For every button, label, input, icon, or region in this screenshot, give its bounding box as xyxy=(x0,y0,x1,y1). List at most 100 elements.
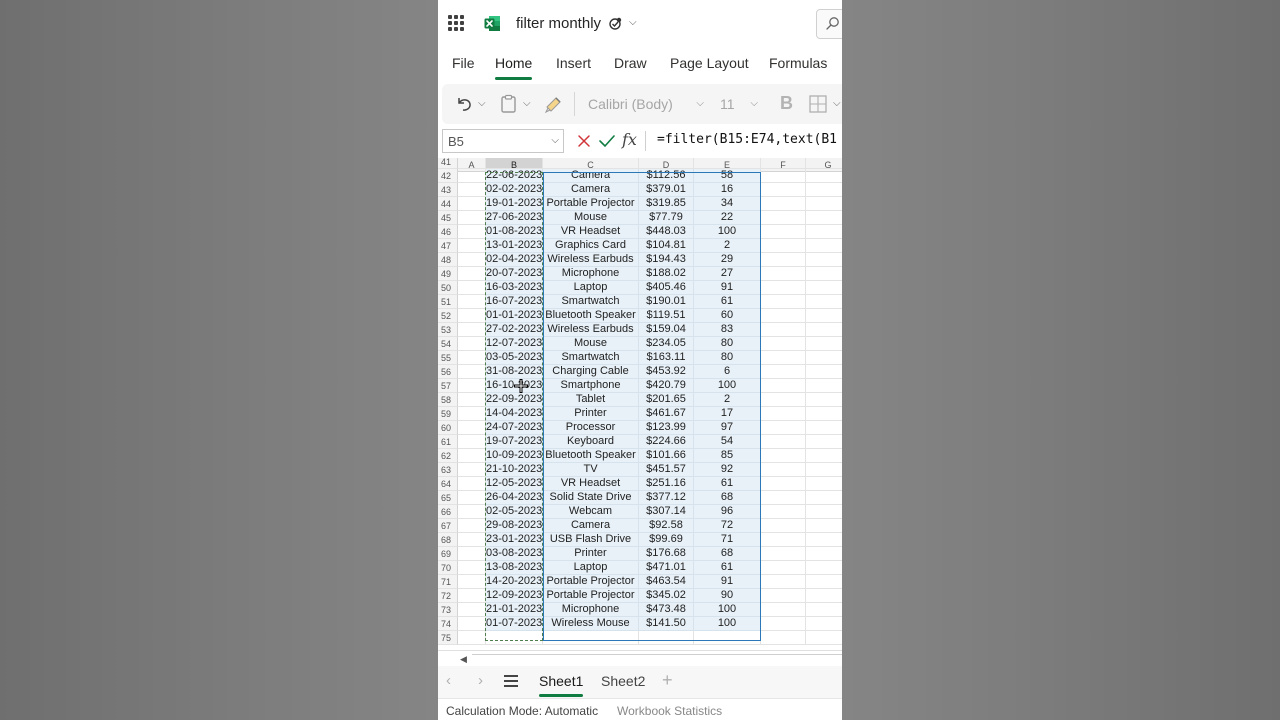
cell-f[interactable] xyxy=(761,323,806,337)
row-header[interactable]: 65 xyxy=(438,491,458,505)
cell-price[interactable]: $319.85 xyxy=(639,197,694,211)
cell-a[interactable] xyxy=(458,491,486,505)
cell-price[interactable] xyxy=(639,631,694,645)
cell-f[interactable] xyxy=(761,631,806,645)
cell-a[interactable] xyxy=(458,561,486,575)
cell-a[interactable] xyxy=(458,449,486,463)
cell-f[interactable] xyxy=(761,183,806,197)
cell-date[interactable]: 01-08-2023 xyxy=(486,225,543,239)
cell-g[interactable] xyxy=(806,463,842,477)
row-header[interactable]: 73 xyxy=(438,603,458,617)
row-header[interactable]: 64 xyxy=(438,477,458,491)
cell-a[interactable] xyxy=(458,547,486,561)
row-header[interactable]: 62 xyxy=(438,449,458,463)
tab-draw[interactable]: Draw xyxy=(614,55,647,71)
cell-a[interactable] xyxy=(458,183,486,197)
name-box[interactable]: B5 ⌵ xyxy=(442,129,564,153)
cell-g[interactable] xyxy=(806,365,842,379)
cell-date[interactable]: 12-09-2023 xyxy=(486,589,543,603)
cell-price[interactable]: $471.01 xyxy=(639,561,694,575)
row-header[interactable]: 51 xyxy=(438,295,458,309)
cell-f[interactable] xyxy=(761,225,806,239)
cell-g[interactable] xyxy=(806,449,842,463)
add-sheet-button[interactable]: + xyxy=(662,670,673,691)
cell-quantity[interactable]: 97 xyxy=(694,421,761,435)
cell-g[interactable] xyxy=(806,183,842,197)
cell-quantity[interactable]: 71 xyxy=(694,533,761,547)
cell-a[interactable] xyxy=(458,169,486,183)
row-header[interactable]: 69 xyxy=(438,547,458,561)
cell-a[interactable] xyxy=(458,407,486,421)
row-header[interactable]: 58 xyxy=(438,393,458,407)
row-header[interactable]: 56 xyxy=(438,365,458,379)
cell-product[interactable]: Microphone xyxy=(543,603,639,617)
app-launcher-icon[interactable] xyxy=(448,15,464,31)
row-header[interactable]: 52 xyxy=(438,309,458,323)
cell-f[interactable] xyxy=(761,421,806,435)
cell-date[interactable]: 27-06-2023 xyxy=(486,211,543,225)
cell-price[interactable]: $188.02 xyxy=(639,267,694,281)
cell-g[interactable] xyxy=(806,421,842,435)
cell-date[interactable]: 16-07-2023 xyxy=(486,295,543,309)
cell-f[interactable] xyxy=(761,561,806,575)
row-header[interactable]: 74 xyxy=(438,617,458,631)
cell-g[interactable] xyxy=(806,253,842,267)
row-header[interactable]: 43 xyxy=(438,183,458,197)
cell-a[interactable] xyxy=(458,575,486,589)
cell-product[interactable]: Laptop xyxy=(543,561,639,575)
row-header[interactable]: 68 xyxy=(438,533,458,547)
cell-quantity[interactable]: 96 xyxy=(694,505,761,519)
cell-a[interactable] xyxy=(458,323,486,337)
cell-product[interactable]: Webcam xyxy=(543,505,639,519)
cell-quantity[interactable]: 58 xyxy=(694,169,761,183)
cell-quantity[interactable]: 61 xyxy=(694,295,761,309)
cell-f[interactable] xyxy=(761,393,806,407)
cell-g[interactable] xyxy=(806,603,842,617)
cell-date[interactable]: 19-07-2023 xyxy=(486,435,543,449)
cell-price[interactable] xyxy=(639,158,694,169)
cell-f[interactable] xyxy=(761,519,806,533)
cell-g[interactable] xyxy=(806,267,842,281)
cell-g[interactable] xyxy=(806,351,842,365)
cell-quantity[interactable]: 6 xyxy=(694,365,761,379)
cell-f[interactable] xyxy=(761,169,806,183)
cell-product[interactable]: Wireless Earbuds xyxy=(543,253,639,267)
cell-date[interactable]: 12-05-2023 xyxy=(486,477,543,491)
cell-g[interactable] xyxy=(806,533,842,547)
row-header[interactable]: 71 xyxy=(438,575,458,589)
cell-price[interactable]: $453.92 xyxy=(639,365,694,379)
cell-price[interactable]: $201.65 xyxy=(639,393,694,407)
cell-date[interactable]: 22-06-2023 xyxy=(486,169,543,183)
cell-quantity[interactable]: 100 xyxy=(694,617,761,631)
borders-chevron-down-icon[interactable]: ⌵ xyxy=(833,98,841,109)
row-header[interactable]: 61 xyxy=(438,435,458,449)
cell-f[interactable] xyxy=(761,309,806,323)
cell-g[interactable] xyxy=(806,323,842,337)
cell-date[interactable]: 26-04-2023 xyxy=(486,491,543,505)
cell-product[interactable]: VR Headset xyxy=(543,477,639,491)
cell-product[interactable]: Graphics Card xyxy=(543,239,639,253)
cell-a[interactable] xyxy=(458,253,486,267)
cell-product[interactable]: USB Flash Drive xyxy=(543,533,639,547)
row-header[interactable]: 66 xyxy=(438,505,458,519)
cell-a[interactable] xyxy=(458,393,486,407)
search-button[interactable] xyxy=(816,9,842,39)
paste-icon[interactable] xyxy=(500,94,518,114)
cell-g[interactable] xyxy=(806,337,842,351)
cell-a[interactable] xyxy=(458,379,486,393)
cell-price[interactable]: $405.46 xyxy=(639,281,694,295)
cell-f[interactable] xyxy=(761,351,806,365)
cell-product[interactable]: Mouse xyxy=(543,337,639,351)
cell-price[interactable]: $463.54 xyxy=(639,575,694,589)
cell-f[interactable] xyxy=(761,505,806,519)
cell-a[interactable] xyxy=(458,617,486,631)
row-header[interactable]: 41 xyxy=(438,158,458,169)
cell-f[interactable] xyxy=(761,253,806,267)
cell-price[interactable]: $420.79 xyxy=(639,379,694,393)
cell-price[interactable]: $112.56 xyxy=(639,169,694,183)
cell-quantity[interactable]: 90 xyxy=(694,589,761,603)
cell-quantity[interactable]: 2 xyxy=(694,239,761,253)
tab-file[interactable]: File xyxy=(452,55,475,71)
cell-quantity[interactable]: 83 xyxy=(694,323,761,337)
cell-g[interactable] xyxy=(806,379,842,393)
